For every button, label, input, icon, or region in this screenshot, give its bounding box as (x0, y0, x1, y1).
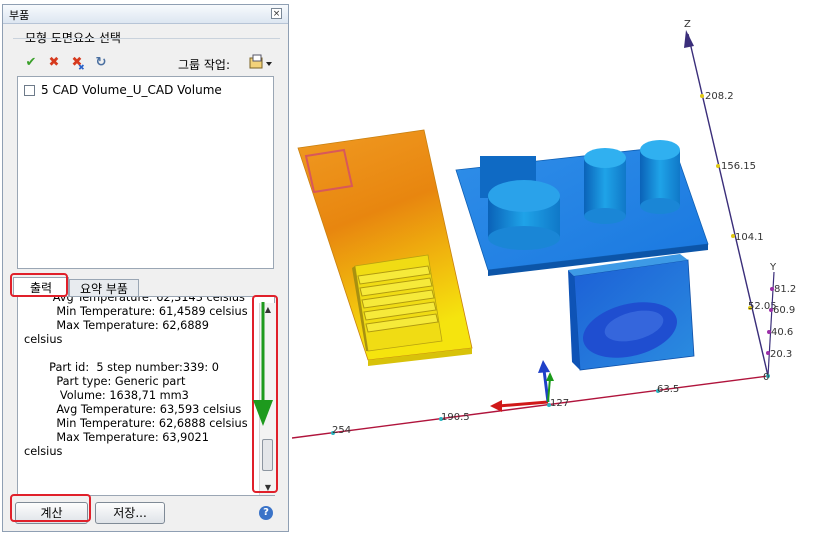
tab-summary[interactable]: 요약 부품 (69, 279, 139, 297)
list-item-checkbox[interactable] (24, 84, 35, 96)
y-tick-label: 60.9 (773, 305, 795, 316)
check-icon[interactable]: ✔ (23, 55, 39, 71)
x-axis-line (291, 375, 769, 439)
group-op-label: 그룹 작업: (178, 58, 231, 72)
panel-titlebar: 부품 × (3, 5, 288, 24)
x-tick-label: 127 (550, 398, 569, 409)
help-icon[interactable]: ? (259, 506, 273, 520)
group-op-dropdown[interactable] (247, 53, 273, 73)
z-tick-label: 104.1 (735, 232, 764, 243)
list-item-label: 5 CAD Volume_U_CAD Volume (41, 83, 222, 97)
dome-box-part[interactable] (568, 254, 695, 371)
list-item[interactable]: 5 CAD Volume_U_CAD Volume (24, 83, 222, 97)
element-list[interactable]: 5 CAD Volume_U_CAD Volume (17, 76, 274, 269)
delete-all-icon[interactable]: ✖ ✖ (69, 55, 85, 72)
refresh-icon[interactable]: ↻ (93, 55, 109, 71)
z-tick-marker (700, 94, 704, 98)
x-tick-label: 190.5 (441, 412, 470, 423)
parts-panel: 부품 × 모형 도면요소 선택 ✔ ✖ ✖ ✖ ↻ 그룹 작업: 5 CAD Vo… (2, 4, 289, 532)
z-tick-label: 156.15 (721, 161, 756, 172)
y-tick-label: 81.2 (774, 284, 796, 295)
scroll-down-arrow-annotation (253, 302, 273, 426)
y-tick-label: 20.3 (770, 349, 792, 360)
orientation-triad-icon (490, 360, 554, 412)
model-viewport[interactable]: Z 208.2 156.15 104.1 52.05 Y 81.2 60.9 4… (291, 0, 814, 536)
output-text: Avg Temperature: 62,3143 celsius Min Tem… (24, 296, 248, 458)
delete-icon[interactable]: ✖ (46, 55, 62, 71)
highlight-output-tab (10, 273, 68, 297)
z-axis-arrowhead-icon (684, 30, 694, 48)
y-tick-label: 40.6 (771, 327, 793, 338)
x-tick-label: 254 (332, 425, 351, 436)
output-textbox[interactable]: Avg Temperature: 62,3143 celsius Min Tem… (17, 296, 275, 496)
x-tick-label: 63.5 (657, 384, 679, 395)
z-tick-marker (716, 164, 720, 168)
z-axis-label: Z (684, 19, 691, 30)
viewport-canvas: Z 208.2 156.15 104.1 52.05 Y 81.2 60.9 4… (291, 19, 796, 439)
y-axis-label: Y (769, 262, 777, 273)
save-button[interactable]: 저장... (95, 502, 165, 524)
close-icon[interactable]: × (271, 8, 282, 19)
z-axis-line (687, 33, 769, 377)
group-divider (13, 38, 280, 39)
x-tick-label: 0 (763, 372, 769, 383)
panel-title: 부품 (9, 9, 30, 22)
highlight-calculate-button (10, 494, 91, 522)
z-tick-label: 208.2 (705, 91, 734, 102)
heated-plate-part[interactable] (297, 129, 473, 366)
folder-dropdown-icon (249, 54, 272, 69)
